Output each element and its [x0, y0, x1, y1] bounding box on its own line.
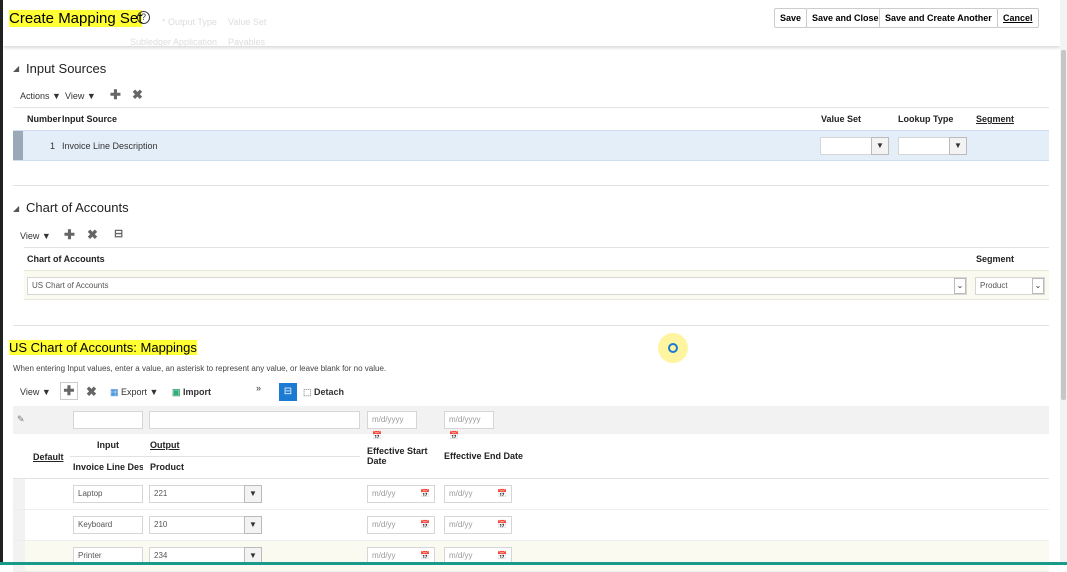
- column-header: Output: [150, 440, 180, 450]
- save-and-create-another-button[interactable]: Save and Create Another: [879, 8, 998, 28]
- column-header: Lookup Type: [898, 114, 954, 124]
- ghost-field-value: Payables: [228, 37, 266, 47]
- column-header: Segment: [976, 254, 1015, 264]
- section-title: Chart of Accounts: [26, 200, 129, 215]
- cursor-indicator: [658, 333, 688, 363]
- divider: [13, 325, 1049, 326]
- help-icon[interactable]: ?: [137, 11, 150, 24]
- collapse-icon[interactable]: ◢: [13, 204, 19, 213]
- hint-text: When entering Input values, enter a valu…: [13, 364, 387, 373]
- query-by-example-toggle[interactable]: ⊟: [279, 383, 297, 401]
- input-source-cell: Invoice Line Description: [62, 141, 158, 151]
- column-header: Number: [27, 114, 62, 124]
- row-selector[interactable]: [13, 131, 23, 160]
- calendar-icon[interactable]: 📅: [420, 517, 430, 533]
- input-value[interactable]: Laptop: [73, 485, 143, 503]
- start-date-input[interactable]: m/d/yy 📅: [367, 516, 435, 534]
- column-header: Invoice Line Desc: [73, 462, 143, 472]
- delete-icon[interactable]: ✖: [86, 384, 97, 400]
- table-row[interactable]: US Chart of Accounts ⌄ Product ⌄: [24, 270, 1049, 300]
- scrollbar-thumb[interactable]: [1061, 50, 1066, 400]
- view-menu[interactable]: View ▼: [20, 231, 51, 241]
- query-by-example-icon[interactable]: ⊟: [114, 227, 123, 240]
- row-number: 1: [50, 141, 56, 151]
- output-dropdown[interactable]: ▼: [244, 516, 262, 534]
- output-value[interactable]: 221: [149, 485, 245, 503]
- chart-of-accounts-select[interactable]: US Chart of Accounts: [27, 277, 967, 295]
- table-row[interactable]: Laptop 221 ▼ m/d/yy 📅 m/d/yy 📅: [13, 479, 1049, 510]
- calendar-icon[interactable]: 📅: [449, 431, 459, 440]
- calendar-icon[interactable]: 📅: [372, 431, 382, 440]
- column-header: Chart of Accounts: [27, 254, 105, 264]
- column-header: Effective End Date: [444, 451, 524, 461]
- lookup-type-input[interactable]: [898, 137, 950, 155]
- save-and-close-button[interactable]: Save and Close: [806, 8, 885, 28]
- filter-input[interactable]: [73, 411, 143, 429]
- view-menu[interactable]: View ▼: [65, 91, 96, 101]
- actions-menu[interactable]: Actions ▼: [20, 91, 61, 101]
- value-set-input[interactable]: [820, 137, 872, 155]
- end-date-input[interactable]: m/d/yy 📅: [444, 485, 512, 503]
- detach-button[interactable]: ⬚ Detach: [303, 387, 344, 398]
- save-button[interactable]: Save: [774, 8, 808, 28]
- divider: [24, 247, 1049, 248]
- column-header: Segment: [976, 114, 1015, 124]
- cancel-button[interactable]: Cancel: [997, 8, 1039, 28]
- collapse-icon[interactable]: ◢: [13, 64, 19, 73]
- section-title: Input Sources: [26, 61, 107, 76]
- import-button[interactable]: ▣ Import: [172, 387, 211, 398]
- ghost-field-value: Value Set: [228, 17, 267, 27]
- chevron-down-icon[interactable]: ⌄: [954, 278, 966, 294]
- divider: [70, 456, 360, 457]
- view-menu[interactable]: View ▼: [20, 387, 51, 397]
- table-row[interactable]: 1 Invoice Line Description ▼ ▼: [13, 130, 1049, 161]
- column-header: Effective Start Date: [367, 446, 428, 466]
- output-value[interactable]: 210: [149, 516, 245, 534]
- chevron-down-icon[interactable]: ⌄: [1032, 278, 1044, 294]
- page-title: Create Mapping Set: [9, 10, 143, 27]
- delete-icon[interactable]: ✖: [132, 87, 143, 103]
- add-icon[interactable]: ✚: [110, 87, 121, 103]
- filter-row: ✎ m/d/yyyy 📅 m/d/yyyy 📅: [13, 406, 1049, 440]
- filter-start-date[interactable]: m/d/yyyy 📅: [367, 411, 417, 440]
- table-row[interactable]: Printer 234 ▼ m/d/yy 📅 m/d/yy 📅: [13, 541, 1049, 572]
- add-icon[interactable]: ✚: [60, 382, 78, 400]
- import-icon: ▣: [172, 387, 181, 397]
- divider: [13, 107, 1049, 108]
- column-header: Input: [97, 440, 119, 450]
- filter-output[interactable]: [149, 411, 360, 429]
- row-selector[interactable]: [13, 541, 25, 571]
- section-title: US Chart of Accounts: Mappings: [9, 340, 197, 355]
- filter-end-date[interactable]: m/d/yyyy 📅: [444, 411, 494, 440]
- row-selector[interactable]: [13, 510, 25, 540]
- export-icon: ▦: [110, 387, 119, 397]
- delete-icon[interactable]: ✖: [87, 227, 98, 243]
- window-edge: [0, 0, 3, 565]
- calendar-icon[interactable]: 📅: [497, 486, 507, 502]
- divider: [13, 185, 1049, 186]
- column-header: Default: [33, 452, 64, 462]
- calendar-icon[interactable]: 📅: [497, 517, 507, 533]
- column-header: Value Set: [821, 114, 862, 124]
- ghost-field-label: * Output Type: [162, 17, 217, 27]
- column-header: Product: [150, 462, 185, 472]
- edit-icon: ✎: [17, 414, 25, 424]
- column-header: Input Source: [62, 114, 118, 124]
- row-selector[interactable]: [13, 479, 25, 509]
- start-date-input[interactable]: m/d/yy 📅: [367, 485, 435, 503]
- calendar-icon[interactable]: 📅: [420, 486, 430, 502]
- value-set-dropdown[interactable]: ▼: [871, 137, 889, 155]
- overflow-button[interactable]: »: [256, 383, 261, 393]
- add-icon[interactable]: ✚: [64, 227, 75, 243]
- ghost-field-label: Subledger Application: [130, 37, 218, 47]
- detach-icon: ⬚: [303, 387, 312, 397]
- export-menu[interactable]: ▦ Export ▼: [110, 387, 158, 398]
- input-value[interactable]: Keyboard: [73, 516, 143, 534]
- output-dropdown[interactable]: ▼: [244, 485, 262, 503]
- end-date-input[interactable]: m/d/yy 📅: [444, 516, 512, 534]
- lookup-type-dropdown[interactable]: ▼: [949, 137, 967, 155]
- table-row[interactable]: Keyboard 210 ▼ m/d/yy 📅 m/d/yy 📅: [13, 510, 1049, 541]
